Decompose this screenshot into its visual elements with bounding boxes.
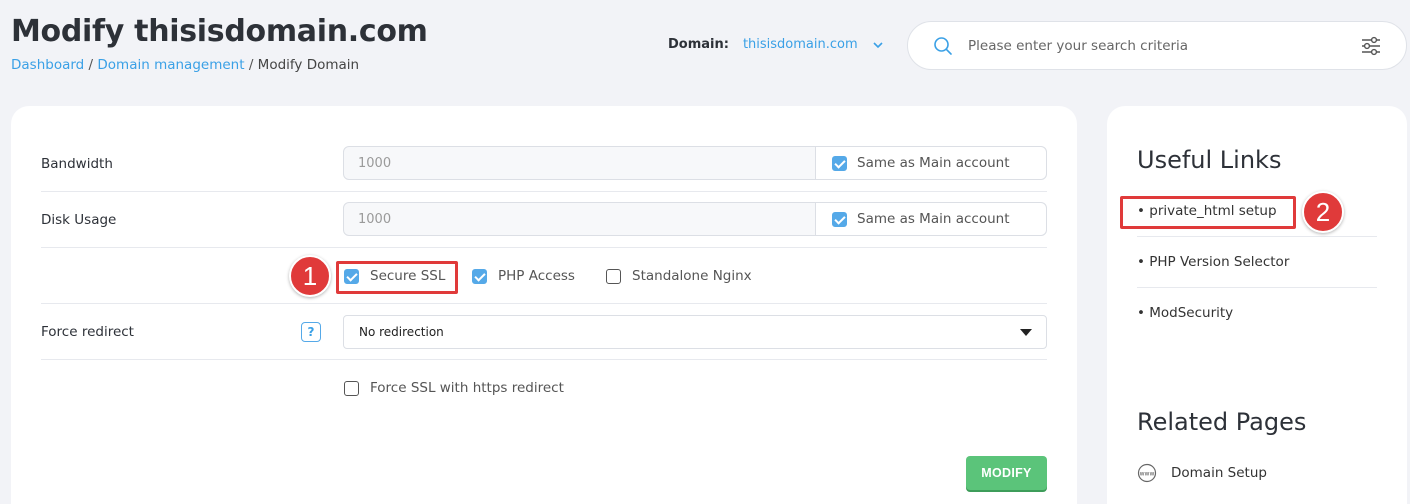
search-bar (907, 21, 1407, 70)
filter-settings-icon[interactable] (1360, 35, 1382, 57)
bandwidth-row: Bandwidth 1000 Same as Main account (41, 136, 1047, 192)
domain-picker-label: Domain: (668, 37, 729, 52)
php-access-option[interactable]: PHP Access (472, 268, 575, 284)
page-title: Modify thisisdomain.com (11, 14, 428, 49)
highlight-box (1120, 196, 1296, 229)
disk-usage-field-group: 1000 Same as Main account (343, 202, 1047, 236)
breadcrumb: Dashboard / Domain management / Modify D… (11, 57, 359, 73)
force-redirect-selected: No redirection (359, 325, 444, 339)
www-globe-icon: www (1137, 463, 1157, 483)
force-redirect-select[interactable]: No redirection (343, 315, 1047, 349)
breadcrumb-separator: / (88, 57, 94, 73)
force-ssl-checkbox[interactable] (344, 380, 359, 396)
breadcrumb-current: Modify Domain (257, 57, 360, 73)
divider (1137, 287, 1377, 288)
disk-usage-same-as-main[interactable]: Same as Main account (815, 203, 1046, 235)
domain-picker[interactable]: Domain: thisisdomain.com (668, 37, 884, 52)
related-page-label: Domain Setup (1171, 465, 1267, 481)
search-icon (934, 37, 952, 55)
standalone-nginx-label: Standalone Nginx (632, 268, 752, 284)
useful-link-modsecurity[interactable]: • ModSecurity (1137, 305, 1377, 321)
php-access-checkbox[interactable] (472, 268, 487, 284)
modify-domain-card: Bandwidth 1000 Same as Main account Disk… (11, 106, 1077, 504)
options-row: Secure SSL PHP Access Standalone Nginx (41, 248, 1047, 304)
breadcrumb-separator: / (248, 57, 254, 73)
bandwidth-same-as-main[interactable]: Same as Main account (815, 147, 1046, 179)
php-access-label: PHP Access (498, 268, 575, 284)
divider (1137, 236, 1377, 237)
sidebar-card: Useful Links • private_html setup • PHP … (1107, 106, 1407, 504)
highlight-box (336, 261, 458, 294)
bandwidth-input[interactable]: 1000 (344, 147, 815, 179)
step-marker-2: 2 (1302, 191, 1344, 233)
disk-usage-label: Disk Usage (41, 212, 117, 228)
related-page-domain-setup[interactable]: www Domain Setup (1137, 463, 1267, 483)
search-input[interactable] (968, 34, 1348, 58)
step-marker-1: 1 (289, 255, 331, 297)
disk-usage-same-as-checkbox[interactable] (832, 211, 847, 227)
domain-picker-value[interactable]: thisisdomain.com (743, 37, 858, 52)
breadcrumb-dashboard-link[interactable]: Dashboard (11, 57, 84, 73)
force-ssl-option[interactable]: Force SSL with https redirect (344, 380, 564, 396)
bandwidth-label: Bandwidth (41, 156, 113, 172)
modify-button[interactable]: MODIFY (966, 456, 1047, 490)
force-ssl-label: Force SSL with https redirect (370, 380, 564, 396)
useful-link-php-version-selector[interactable]: • PHP Version Selector (1137, 254, 1377, 270)
force-redirect-row: Force redirect ? No redirection (41, 304, 1047, 360)
bandwidth-field-group: 1000 Same as Main account (343, 146, 1047, 180)
breadcrumb-domain-management-link[interactable]: Domain management (97, 57, 244, 73)
svg-text:www: www (1140, 471, 1155, 478)
bandwidth-same-as-checkbox[interactable] (832, 155, 847, 171)
chevron-down-icon[interactable] (872, 39, 884, 51)
disk-usage-row: Disk Usage 1000 Same as Main account (41, 192, 1047, 248)
standalone-nginx-checkbox[interactable] (606, 268, 621, 284)
related-pages-heading: Related Pages (1137, 408, 1307, 436)
disk-usage-same-as-label: Same as Main account (857, 211, 1010, 227)
standalone-nginx-option[interactable]: Standalone Nginx (606, 268, 752, 284)
help-icon[interactable]: ? (301, 322, 321, 342)
disk-usage-input[interactable]: 1000 (344, 203, 815, 235)
force-redirect-label: Force redirect (41, 324, 134, 340)
bandwidth-same-as-label: Same as Main account (857, 155, 1010, 171)
dropdown-caret-icon (1020, 329, 1032, 336)
useful-links-heading: Useful Links (1137, 146, 1282, 174)
